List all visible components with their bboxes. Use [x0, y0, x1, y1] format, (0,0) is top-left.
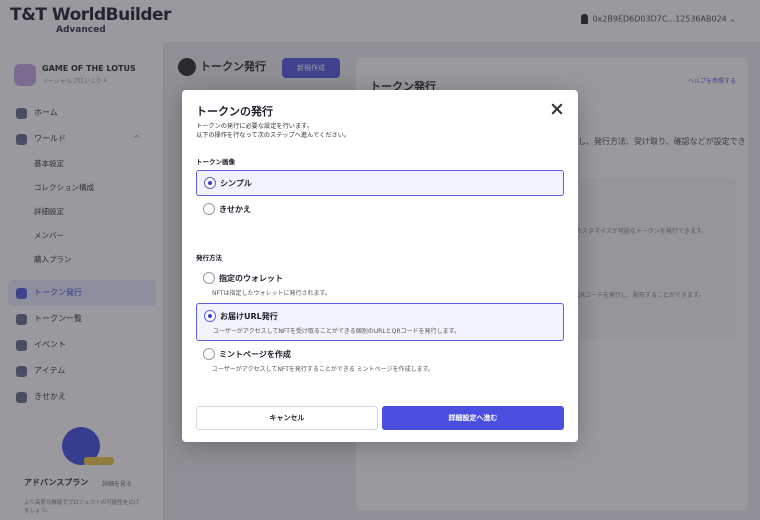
option-delivery-url[interactable]: お届けURL発行 ユーザーがアクセスしてNFTを受け取ることができる個別のURL…: [196, 303, 564, 341]
radio-button[interactable]: [203, 203, 215, 215]
option-label: ミントページを作成: [219, 350, 291, 359]
issue-method-section-label: 発行方法: [196, 254, 222, 262]
radio-button[interactable]: [204, 177, 216, 189]
token-image-section-label: トークン画像: [196, 158, 235, 166]
option-mint-page[interactable]: ミントページを作成 ユーザーがアクセスしてNFTを発行することができる ミントペ…: [196, 344, 564, 378]
option-designated-wallet[interactable]: 指定のウォレット NFTは指定したウォレットに発行されます。: [196, 268, 564, 302]
option-help-text: ユーザーがアクセスしてNFTを受け取ることができる個別のURLとQRコードを発行…: [213, 328, 460, 335]
option-label: 指定のウォレット: [219, 274, 283, 283]
modal-description-line: トークンの発行に必要な設定を行います。: [196, 123, 313, 130]
modal-title: トークンの発行: [196, 105, 273, 118]
option-help-text: NFTは指定したウォレットに発行されます。: [212, 290, 331, 297]
proceed-to-details-button[interactable]: 詳細設定へ進む: [382, 406, 564, 430]
modal-description-line: 以下の操作を行なって次のステップへ進んでください。: [196, 132, 351, 139]
option-simple[interactable]: シンプル: [196, 170, 564, 196]
modal-description: トークンの発行に必要な設定を行います。 以下の操作を行なって次のステップへ進んで…: [196, 122, 350, 140]
radio-button[interactable]: [203, 348, 215, 360]
radio-button[interactable]: [203, 272, 215, 284]
option-help-text: ユーザーがアクセスしてNFTを発行することができる ミントページを作成します。: [212, 366, 434, 373]
radio-button[interactable]: [204, 310, 216, 322]
cancel-button[interactable]: キャンセル: [196, 406, 378, 430]
token-issue-modal: トークンの発行 トークンの発行に必要な設定を行います。 以下の操作を行なって次の…: [182, 90, 578, 442]
option-label: シンプル: [220, 179, 252, 188]
option-dressup[interactable]: きせかえ: [196, 197, 564, 221]
close-icon[interactable]: [550, 102, 564, 116]
option-label: お届けURL発行: [220, 312, 278, 321]
option-label: きせかえ: [219, 205, 251, 214]
